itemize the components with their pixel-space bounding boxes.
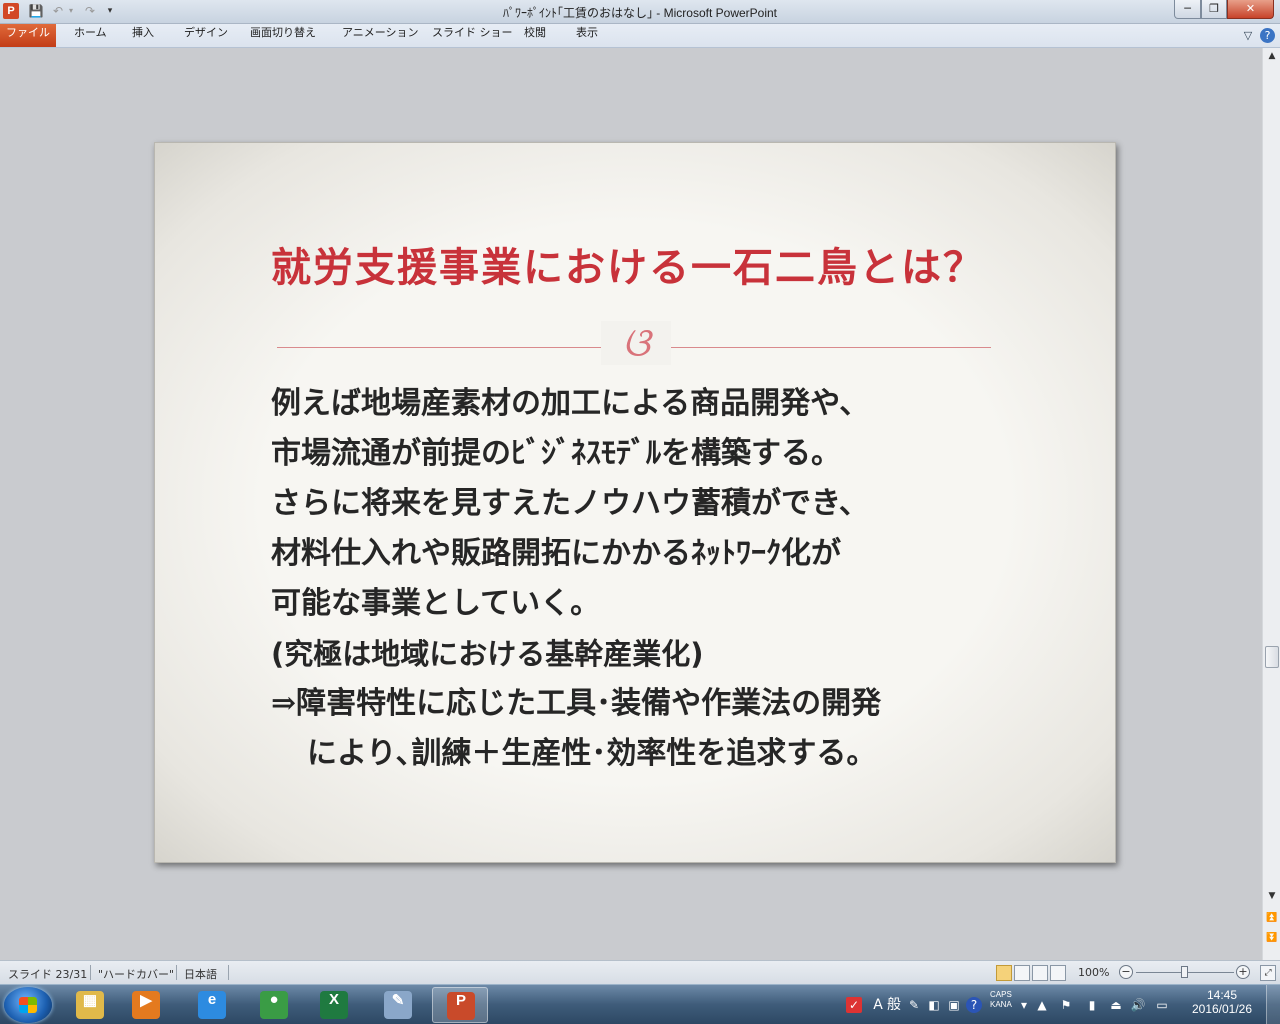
previous-slide-icon[interactable]: ⏫ bbox=[1264, 910, 1280, 926]
paint-icon: ✎ bbox=[384, 991, 412, 1019]
body-line: により､訓練＋生産性･効率性を追求する。 bbox=[307, 736, 877, 771]
vertical-scrollbar[interactable]: ▲ ▼ ⏫ ⏬ bbox=[1262, 48, 1280, 960]
start-button[interactable] bbox=[4, 987, 52, 1023]
body-line-emphasis: (究極は地域における基幹産業化) bbox=[271, 637, 704, 671]
tab-review[interactable]: 校閲 bbox=[522, 24, 548, 47]
taskbar-media-player-button[interactable]: ▶ bbox=[118, 987, 174, 1023]
ime-help-icon[interactable]: ? bbox=[966, 997, 982, 1013]
taskbar-powerpoint-button[interactable]: P bbox=[432, 987, 488, 1023]
flourish-ornament-icon: ଓ bbox=[601, 321, 671, 365]
taskbar-internet-explorer-button[interactable]: e bbox=[184, 987, 240, 1023]
minimize-ribbon-icon[interactable]: ▽ bbox=[1240, 28, 1256, 44]
volume-icon[interactable]: 🔊 bbox=[1130, 997, 1146, 1013]
internet-explorer-icon: e bbox=[198, 991, 226, 1019]
slide-number-status[interactable]: スライド 23/31 bbox=[8, 966, 87, 982]
scroll-up-arrow-icon[interactable]: ▲ bbox=[1264, 48, 1280, 64]
window-title: ﾊﾟﾜｰﾎﾟｲﾝﾄ｢工賃のおはなし｣ - Microsoft PowerPoin… bbox=[502, 6, 778, 20]
status-divider bbox=[176, 965, 177, 980]
minimize-button[interactable]: ─ bbox=[1174, 0, 1201, 19]
body-line: ⇒障害特性に応じた工具･装備や作業法の開発 bbox=[271, 686, 882, 721]
windows-taskbar: ▦ ▶ e ● X ✎ P ✓ A 般 ✎ ◧ ▣ ? CAPS KANA ▾ ▲ ⚑ ▮ … bbox=[0, 984, 1280, 1024]
tab-insert[interactable]: 挿入 bbox=[130, 24, 156, 47]
ime-options-icon[interactable]: ▾ bbox=[1016, 997, 1032, 1013]
clock-date: 2016/01/26 bbox=[1191, 1002, 1253, 1016]
zoom-level[interactable]: 100% bbox=[1078, 966, 1109, 979]
ime-box-icon[interactable]: ▣ bbox=[946, 997, 962, 1013]
security-tray-icon[interactable]: ✓ bbox=[846, 997, 862, 1013]
action-center-flag-icon[interactable]: ⚑ bbox=[1058, 997, 1074, 1013]
show-hidden-icons-icon[interactable]: ▲ bbox=[1034, 997, 1050, 1013]
next-slide-icon[interactable]: ⏬ bbox=[1264, 930, 1280, 946]
status-divider bbox=[228, 965, 229, 980]
excel-icon: X bbox=[320, 991, 348, 1019]
scrollbar-thumb[interactable] bbox=[1265, 646, 1279, 668]
slideshow-view-button[interactable] bbox=[1050, 965, 1066, 981]
explorer-icon: ▦ bbox=[76, 991, 104, 1019]
slide-body-text[interactable]: 例えば地場産素材の加工による商品開発や、 市場流通が前提のﾋﾞｼﾞﾈｽﾓﾃﾞﾙを… bbox=[271, 379, 1011, 779]
tab-view[interactable]: 表示 bbox=[574, 24, 600, 47]
body-line: さらに将来を見すえたノウハウ蓄積ができ、 bbox=[271, 486, 869, 521]
powerpoint-icon: P bbox=[447, 992, 475, 1020]
show-desktop-button[interactable] bbox=[1266, 985, 1280, 1024]
network-icon[interactable]: ▮ bbox=[1084, 997, 1100, 1013]
taskbar-paint-button[interactable]: ✎ bbox=[370, 987, 426, 1023]
zoom-slider-thumb[interactable] bbox=[1181, 966, 1188, 978]
display-icon[interactable]: ▭ bbox=[1154, 997, 1170, 1013]
status-bar: スライド 23/31 "ハードカバー" 日本語 100% − + ⤢ bbox=[0, 960, 1280, 984]
ribbon-tabs: ファイル ホーム 挿入 デザイン 画面切り替え アニメーション スライド ショー… bbox=[0, 24, 1280, 48]
kana-label: KANA bbox=[990, 1000, 1012, 1009]
body-line: 材料仕入れや販路開拓にかかるﾈｯﾄﾜｰｸ化が bbox=[271, 536, 841, 571]
ime-mode-icon[interactable]: A bbox=[870, 997, 886, 1013]
ime-dictionary-icon[interactable]: ◧ bbox=[926, 997, 942, 1013]
slide-sorter-view-button[interactable] bbox=[1014, 965, 1030, 981]
fit-slide-icon[interactable]: ⤢ bbox=[1260, 965, 1276, 981]
caps-label: CAPS bbox=[990, 990, 1012, 999]
close-button[interactable]: ✕ bbox=[1227, 0, 1274, 19]
ime-tools-icon[interactable]: ✎ bbox=[906, 997, 922, 1013]
scroll-down-arrow-icon[interactable]: ▼ bbox=[1264, 888, 1280, 904]
taskbar-explorer-button[interactable]: ▦ bbox=[62, 987, 118, 1023]
body-line: 例えば地場産素材の加工による商品開発や、 bbox=[271, 386, 870, 421]
ime-general-icon[interactable]: 般 bbox=[886, 997, 902, 1013]
body-line: 可能な事業としていく。 bbox=[271, 586, 601, 621]
caps-kana-indicator: CAPS KANA bbox=[990, 990, 1012, 1024]
help-icon[interactable]: ? bbox=[1260, 28, 1275, 43]
tab-transitions[interactable]: 画面切り替え bbox=[248, 24, 318, 47]
zoom-in-button[interactable]: + bbox=[1236, 965, 1250, 979]
tab-design[interactable]: デザイン bbox=[182, 24, 230, 47]
media-player-icon: ▶ bbox=[132, 991, 160, 1019]
taskbar-excel-button[interactable]: X bbox=[306, 987, 362, 1023]
slide-title[interactable]: 就労支援事業における一石二鳥とは？ bbox=[271, 235, 1031, 293]
tab-home[interactable]: ホーム bbox=[72, 24, 109, 47]
tab-animations[interactable]: アニメーション bbox=[340, 24, 421, 47]
theme-name-status[interactable]: "ハードカバー" bbox=[98, 966, 174, 982]
body-line: 市場流通が前提のﾋﾞｼﾞﾈｽﾓﾃﾞﾙを構築する。 bbox=[271, 436, 841, 471]
status-divider bbox=[90, 965, 91, 980]
title-bar: P 💾 ↶ ▾ ↷ ▾ ﾊﾟﾜｰﾎﾟｲﾝﾄ｢工賃のおはなし｣ - Microso… bbox=[0, 0, 1280, 24]
zoom-out-button[interactable]: − bbox=[1119, 965, 1133, 979]
chrome-icon: ● bbox=[260, 991, 288, 1019]
slide-canvas[interactable]: 就労支援事業における一石二鳥とは？ ଓ 例えば地場産素材の加工による商品開発や、… bbox=[154, 142, 1116, 863]
system-clock[interactable]: 14:45 2016/01/26 bbox=[1186, 988, 1258, 1016]
restore-button[interactable]: ❐ bbox=[1201, 0, 1227, 19]
safely-remove-icon[interactable]: ⏏ bbox=[1108, 997, 1124, 1013]
tab-slideshow[interactable]: スライド ショー bbox=[430, 24, 515, 47]
reading-view-button[interactable] bbox=[1032, 965, 1048, 981]
taskbar-chrome-button[interactable]: ● bbox=[246, 987, 302, 1023]
language-status[interactable]: 日本語 bbox=[184, 966, 217, 982]
tab-file[interactable]: ファイル bbox=[0, 24, 56, 47]
clock-time: 14:45 bbox=[1206, 988, 1238, 1002]
normal-view-button[interactable] bbox=[996, 965, 1012, 981]
